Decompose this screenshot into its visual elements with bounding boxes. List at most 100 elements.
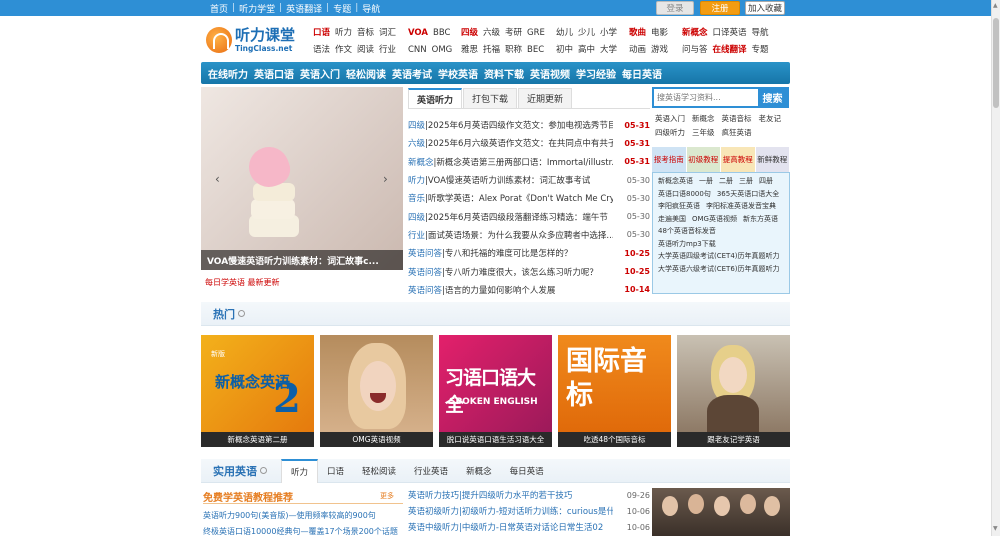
news-category[interactable]: 新概念 (408, 158, 434, 168)
tab-daily[interactable]: 每日英语 (501, 459, 553, 483)
news-category[interactable]: 六级 (408, 139, 425, 149)
search-button[interactable]: 搜索 (758, 89, 787, 106)
category-link[interactable]: 托福 (483, 42, 500, 59)
news-row[interactable]: 听力|VOA慢速英语听力训练素材：词汇故事考试 05-30 (408, 171, 650, 189)
news-row[interactable]: 英语问答|语言的力量如何影响个人发展 10-14 (408, 281, 650, 299)
resource-link[interactable]: 三册 (739, 177, 753, 185)
news-row[interactable]: 英语问答|专八和托福的难度可比是怎样的？ 10-25 (408, 244, 650, 262)
resource-link[interactable]: 英语听力mp3下载 (658, 240, 716, 248)
quick-link[interactable]: 四级听力 (655, 126, 685, 140)
tab-download[interactable]: 打包下载 (463, 88, 518, 108)
resource-link[interactable]: 大学英语六级考试(CET6)历年真题听力 (658, 265, 780, 273)
category-link[interactable]: CNN (408, 42, 427, 59)
news-title[interactable]: 英语听力技巧|提升四级听力水平的若干技巧 (408, 489, 572, 501)
tab-reading[interactable]: 轻松阅读 (353, 459, 405, 483)
resource-link[interactable]: 365天英语口语大全 (717, 190, 779, 198)
slider-next-icon[interactable]: › (383, 172, 388, 186)
nav-item[interactable]: 每日英语 (622, 66, 662, 81)
scroll-down-icon[interactable]: ▼ (993, 525, 998, 532)
news-category[interactable]: 英语问答 (408, 268, 442, 278)
category-link[interactable]: 电影 (651, 25, 668, 42)
quick-link[interactable]: 英语音标 (722, 112, 752, 126)
nav-item[interactable]: 英语考试 (392, 66, 432, 81)
news-title[interactable]: |听歌学英语：Alex Porat《Don't Watch Me Cry》 (425, 194, 613, 204)
category-link[interactable]: 大学 (600, 42, 617, 59)
resource-link[interactable]: 英语口语8000句 (658, 190, 711, 198)
category-link[interactable]: 考研 (505, 25, 522, 42)
tab-speaking[interactable]: 口语 (318, 459, 353, 483)
search-input[interactable] (654, 89, 758, 106)
resource-link[interactable]: 新概念英语 (658, 177, 693, 185)
category-link[interactable]: GRE (527, 25, 545, 42)
category-link[interactable]: BEC (527, 42, 544, 59)
top-link-home[interactable]: 首页 (206, 2, 232, 15)
category-link[interactable]: 阅读 (357, 42, 374, 59)
top-link-nav[interactable]: 导航 (358, 2, 384, 15)
quick-link[interactable]: 老友记 (759, 112, 782, 126)
category-link[interactable]: 游戏 (651, 42, 668, 59)
nav-item[interactable]: 英语口语 (254, 66, 294, 81)
hot-item-idioms[interactable]: 习语口语大全 SPOKEN ENGLISH 脱口说英语口语生活习语大全 (439, 335, 552, 447)
resource-link[interactable]: 李阳疯狂英语 (658, 202, 700, 210)
new-icon[interactable]: 新鲜教程 (755, 147, 789, 173)
news-row[interactable]: 英语中级听力|中级听力-日常英语对话论日常生活02 10-06 (408, 519, 650, 535)
news-row[interactable]: 音乐|听歌学英语：Alex Porat《Don't Watch Me Cry》 0… (408, 189, 650, 207)
news-category[interactable]: 四级 (408, 121, 425, 131)
category-link[interactable]: 歌曲 (629, 25, 646, 42)
tab-listening[interactable]: 听力 (281, 459, 319, 483)
top-link-listening[interactable]: 听力学堂 (235, 2, 279, 15)
scroll-thumb[interactable] (993, 18, 999, 108)
category-link[interactable]: 音标 (357, 25, 374, 42)
category-link[interactable]: 导航 (752, 25, 769, 42)
more-link[interactable]: 更多 (380, 491, 394, 501)
news-category[interactable]: 音乐 (408, 194, 425, 204)
hot-item-omg[interactable]: OMG英语视频 (320, 335, 433, 447)
category-link[interactable]: OMG (432, 42, 453, 59)
category-link[interactable]: 在线翻译 (713, 42, 747, 59)
news-row[interactable]: 四级|2025年6月英语四级段落翻译练习精选：端午节 05-30 (408, 207, 650, 225)
news-title[interactable]: 英语中级听力|中级听力-日常英语对话论日常生活02 (408, 521, 603, 533)
news-row[interactable]: 英语听力技巧|提升四级听力水平的若干技巧 09-26 (408, 487, 650, 503)
resource-link[interactable]: 李阳标准英语发音宝典 (706, 202, 776, 210)
nav-item[interactable]: 资料下载 (484, 66, 524, 81)
news-title[interactable]: |面试英语场景：为什么我要从众多应聘者中选择... (425, 231, 613, 241)
resource-link[interactable]: 二册 (719, 177, 733, 185)
news-row[interactable]: 英语问答|专八听力难度很大，该怎么练习听力呢？ 10-25 (408, 262, 650, 280)
category-link[interactable]: 六级 (483, 25, 500, 42)
category-link[interactable]: 幼儿 (556, 25, 573, 42)
hot-item-nce[interactable]: 新版 新概念英语 2 新概念英语第二册 (201, 335, 314, 447)
quick-link[interactable]: 三年级 (692, 126, 715, 140)
news-title[interactable]: 英语初级听力|初级听力-短对话听力训练：curious是什... (408, 505, 613, 517)
nav-item[interactable]: 英语入门 (300, 66, 340, 81)
quick-link[interactable]: 新概念 (692, 112, 715, 126)
resource-link[interactable]: OMG英语视频 (692, 215, 737, 223)
resource-link[interactable]: 48个英语音标发音 (658, 227, 716, 235)
register-button[interactable]: 注册 (700, 1, 740, 15)
guide-icon[interactable]: 报考指南 (652, 147, 686, 173)
login-button[interactable]: 登录 (656, 1, 694, 15)
nav-item[interactable]: 在线听力 (208, 66, 248, 81)
category-link[interactable]: 高中 (578, 42, 595, 59)
category-link[interactable]: 动画 (629, 42, 646, 59)
scroll-up-icon[interactable]: ▲ (993, 2, 998, 9)
nav-item[interactable]: 英语视频 (530, 66, 570, 81)
slider-prev-icon[interactable]: ‹ (215, 172, 220, 186)
hot-item-friends[interactable]: 跟老友记学英语 (677, 335, 790, 447)
category-link[interactable]: 雅思 (461, 42, 478, 59)
news-title[interactable]: |2025年6月英语四级作文范文：参加电视选秀节目 (425, 121, 613, 131)
category-link[interactable]: 职称 (505, 42, 522, 59)
news-row[interactable]: 新概念|新概念英语第三册两部口语：Immortal/illustr... 05-3… (408, 153, 650, 171)
category-link[interactable]: 词汇 (379, 25, 396, 42)
news-title[interactable]: |专八和托福的难度可比是怎样的？ (442, 249, 572, 259)
hot-item-phonetics[interactable]: 国际音标 吃透48个国际音标 (558, 335, 671, 447)
category-link[interactable]: 问与答 (682, 42, 708, 59)
news-title[interactable]: |语言的力量如何影响个人发展 (442, 286, 555, 296)
top-link-translate[interactable]: 英语翻译 (282, 2, 326, 15)
resource-link[interactable]: 新东方英语 (743, 215, 778, 223)
category-link[interactable]: 新概念 (682, 25, 708, 42)
list-item[interactable]: 英语听力900句(美音版)—使用频率较高的900句 (203, 508, 403, 524)
tab-industry[interactable]: 行业英语 (405, 459, 457, 483)
category-link[interactable]: 口译英语 (713, 25, 747, 42)
news-title[interactable]: |2025年6月英语四级段落翻译练习精选：端午节 (425, 213, 608, 223)
tab-nce[interactable]: 新概念 (457, 459, 501, 483)
